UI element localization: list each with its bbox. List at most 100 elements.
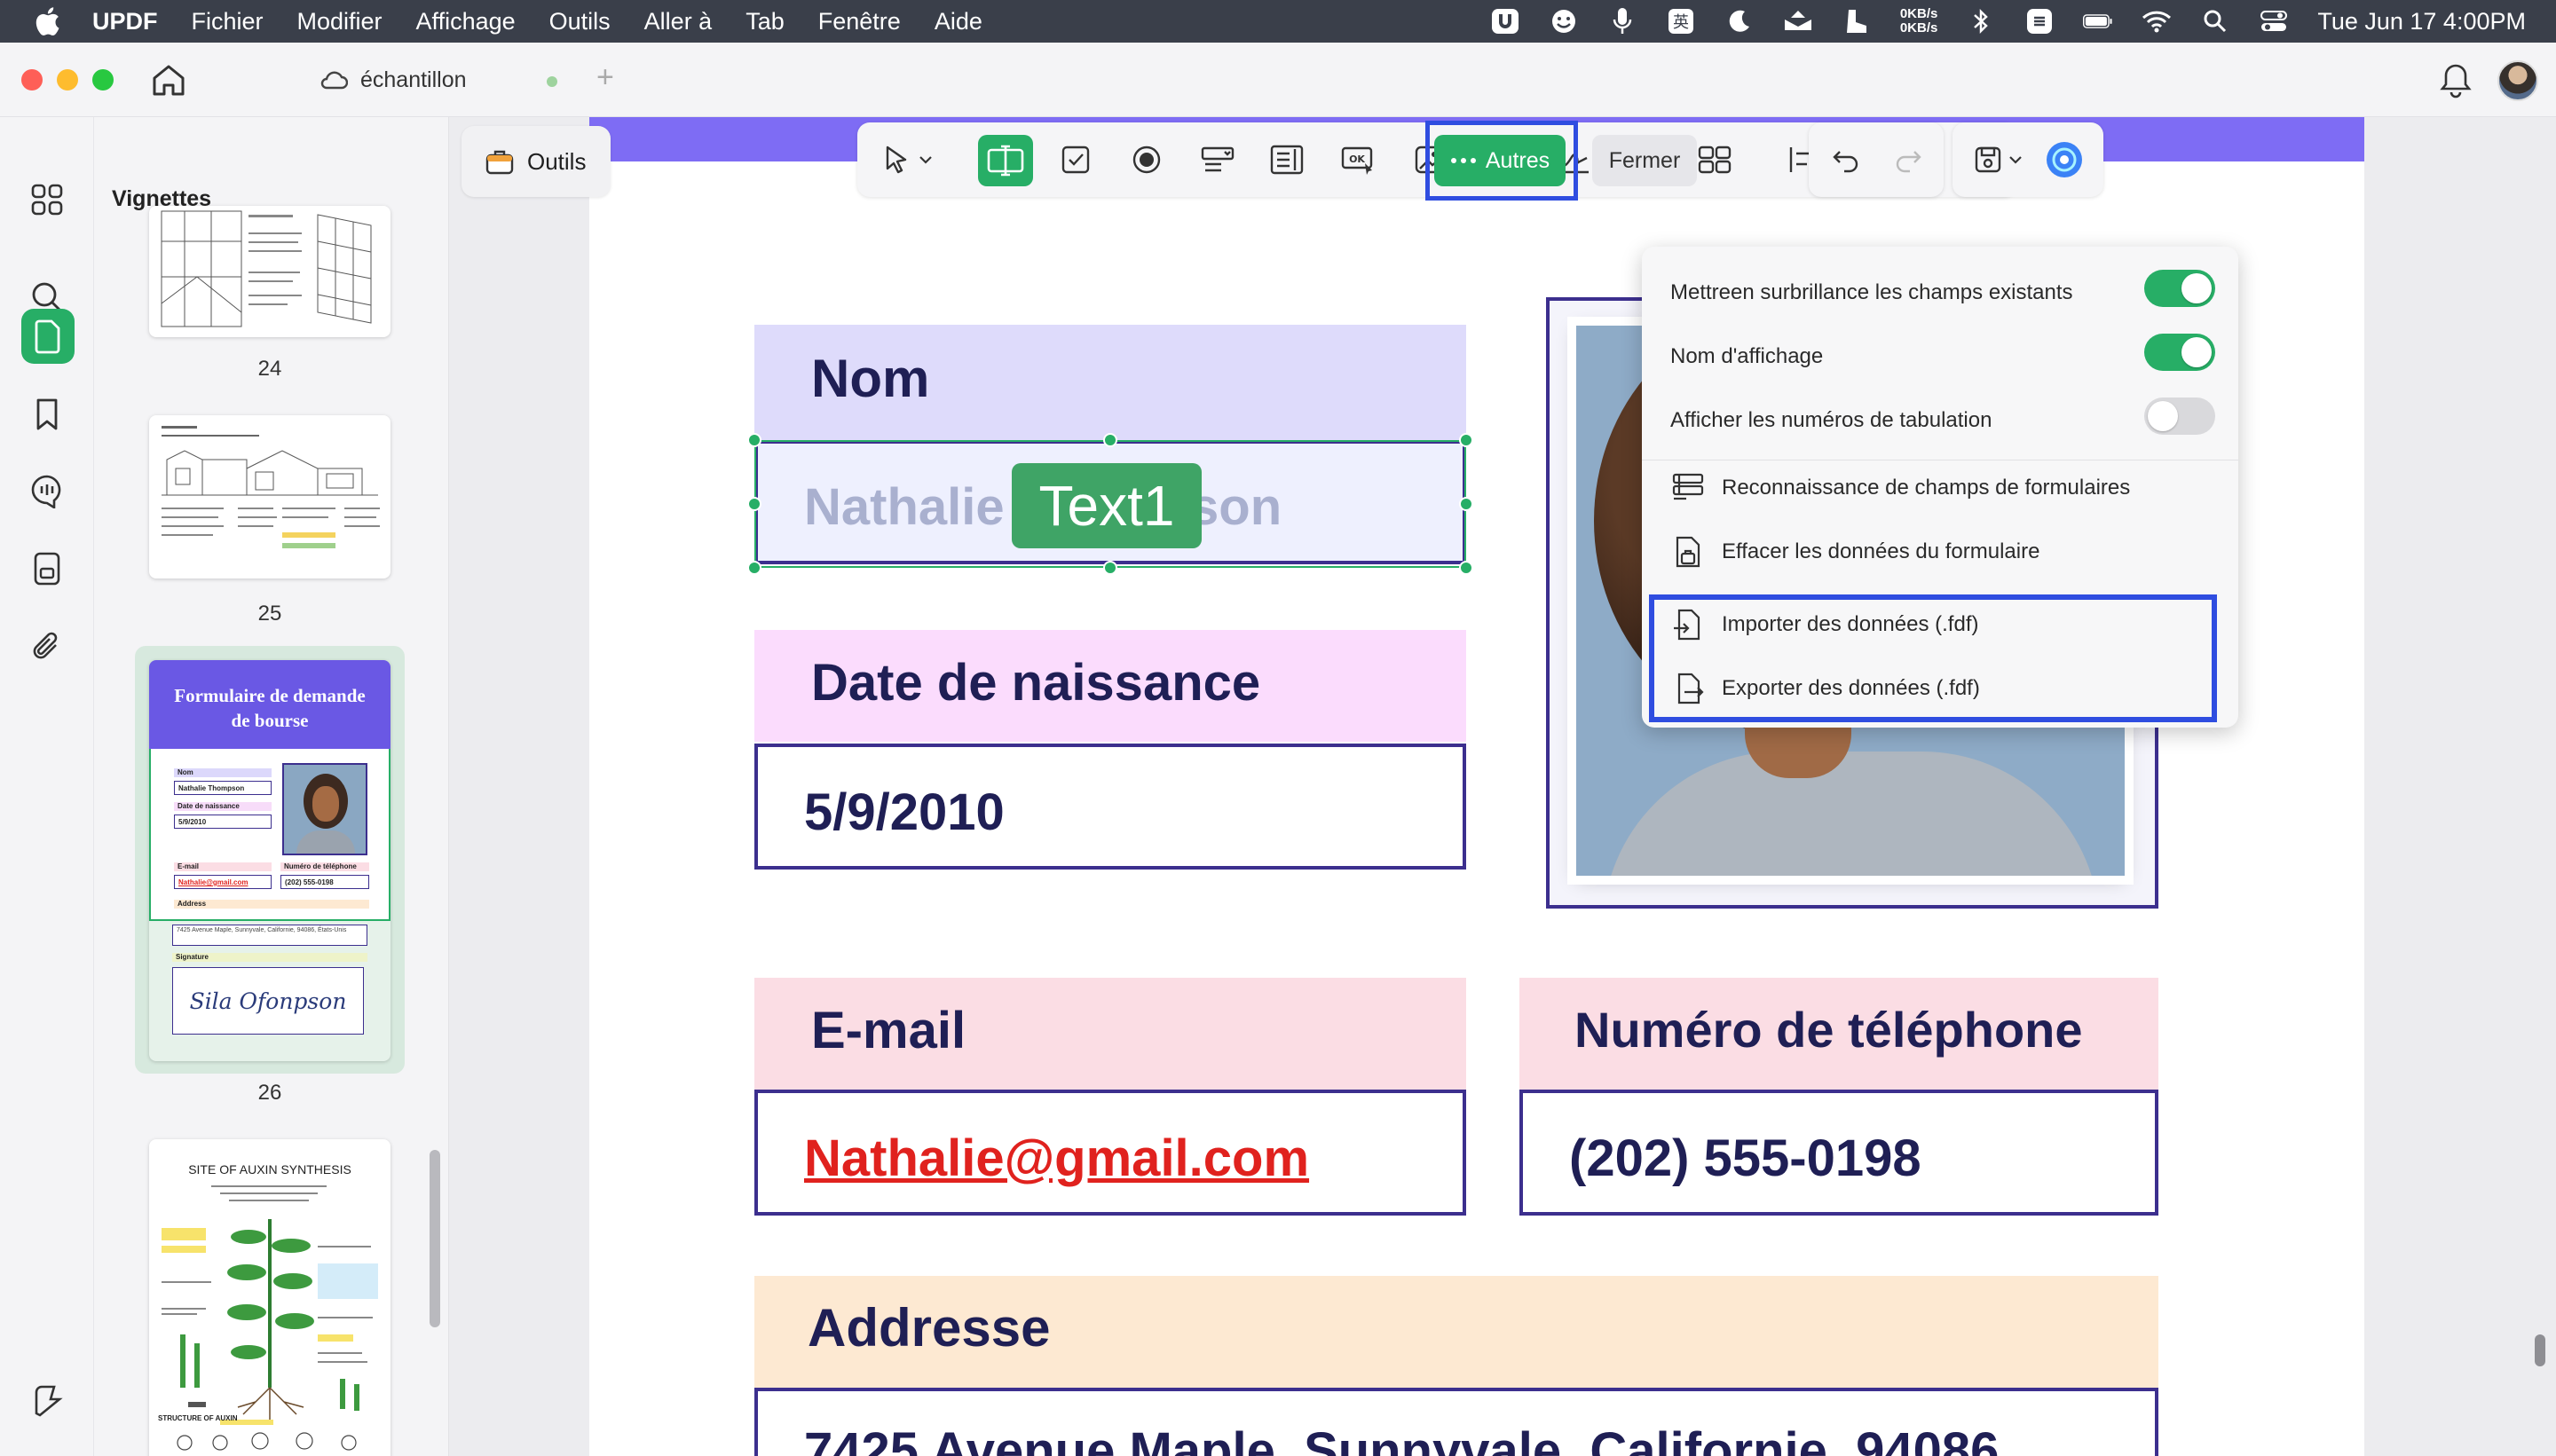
moon-icon[interactable] [1724,8,1755,35]
updf-status-icon[interactable] [1490,8,1520,35]
thumb26-phone-label: Numéro de téléphone [284,862,357,870]
list-box-tool-icon[interactable] [1266,138,1308,181]
autres-highlight-box [1425,121,1578,201]
thumbnail-page-25[interactable] [149,415,390,578]
thumb26-header-title: Formulaire de demande de bourse [174,685,366,731]
undo-redo-group [1809,122,1944,197]
bluetooth-icon[interactable] [1966,8,1996,35]
resize-handle[interactable] [747,561,761,575]
page-thumbnails-icon[interactable] [21,309,75,364]
menu-aller-a[interactable]: Aller à [644,8,713,35]
attachments-panel-icon[interactable] [27,548,67,589]
display-name-toggle[interactable] [2144,334,2215,371]
ai-assistant-icon[interactable] [2043,138,2086,181]
resize-handle[interactable] [1459,561,1473,575]
inbox-tray-icon[interactable] [1783,8,1813,35]
bookmark-icon[interactable] [27,394,67,435]
user-avatar[interactable] [2497,60,2538,101]
save-icon[interactable] [1967,138,2009,181]
emoji-face-icon[interactable] [1549,8,1579,35]
unsaved-indicator [547,76,557,87]
thumb26-date-value: 5/9/2010 [174,815,272,829]
input-method-icon[interactable]: 英 [1666,8,1696,35]
fermer-button[interactable]: Fermer [1592,135,1697,186]
save-chevron-down-icon[interactable] [2004,138,2027,181]
thumb26-email-label: E-mail [178,862,200,870]
thumbnail-25-number: 25 [257,602,282,626]
thumbnails-scrollbar[interactable] [430,1150,440,1327]
resize-handle[interactable] [1103,433,1117,447]
thumbnail-page-24[interactable] [149,206,390,337]
tools-button[interactable]: Outils [462,126,611,197]
thumbnail-25-preview [162,426,380,548]
resize-handle[interactable] [747,497,761,511]
microphone-icon[interactable] [1607,8,1637,35]
undo-icon[interactable] [1825,138,1867,181]
radio-button-tool-icon[interactable] [1125,138,1168,181]
menu-outils[interactable]: Outils [549,8,611,35]
import-export-highlight-box [1649,594,2217,722]
address-label: Addresse [808,1298,1051,1358]
paperclip-icon[interactable] [27,626,67,667]
scripts-icon[interactable] [2024,8,2055,35]
resize-handle[interactable] [1459,497,1473,511]
comments-icon[interactable] [27,470,67,511]
boot-icon[interactable] [1842,8,1872,35]
select-pointer-icon[interactable] [875,138,918,181]
resize-handle[interactable] [1459,433,1473,447]
window-zoom-button[interactable] [92,69,114,91]
checkbox-tool-icon[interactable] [1054,138,1097,181]
window-close-button[interactable] [21,69,43,91]
form-recognition-icon [1672,473,1704,500]
home-icon[interactable] [149,62,188,98]
menu-affichage[interactable]: Affichage [416,8,516,35]
email-value: Nathalie@gmail.com [804,1129,1310,1187]
tools-label: Outils [527,147,587,175]
phone-value: (202) 555-0198 [1569,1129,1921,1187]
window-minimize-button[interactable] [57,69,78,91]
menu-tab[interactable]: Tab [746,8,785,35]
vertical-scrollbar[interactable] [2535,1334,2545,1366]
spotlight-search-icon[interactable] [2200,8,2230,35]
grid-arrange-icon[interactable] [1693,138,1736,181]
thumbnail-page-26[interactable]: Formulaire de demande de bourse Nom Nath… [149,660,390,1061]
thumb26-nom-value: Nathalie Thompson [174,781,272,795]
new-tab-button[interactable]: + [596,60,614,95]
menu-aide[interactable]: Aide [935,8,982,35]
resize-handle[interactable] [747,433,761,447]
document-tab[interactable]: échantillon [320,60,467,99]
text-field-tool-icon[interactable] [978,135,1033,186]
sidebar-settings-icon[interactable] [27,1381,67,1421]
toggle-row-tab-numbers: Afficher les numéros de tabulation [1670,408,1992,433]
clear-form-icon [1676,536,1700,568]
chevron-down-icon[interactable] [914,138,937,181]
control-center-icon[interactable] [2259,8,2289,35]
redo-icon[interactable] [1887,138,1929,181]
menu-modifier[interactable]: Modifier [297,8,383,35]
thumb27-title: SITE OF AUXIN SYNTHESIS [188,1162,351,1177]
thumb26-nom-label: Nom [178,768,193,776]
highlight-fields-toggle[interactable] [2144,270,2215,307]
form-recognition-label: Reconnaissance de champs de formulaires [1722,476,2131,500]
apple-menu-icon[interactable] [34,6,60,36]
email-label: E-mail [811,1002,966,1059]
tab-numbers-toggle[interactable] [2144,397,2215,435]
thumb26-signature-label: Signature [176,953,209,961]
menu-fichier[interactable]: Fichier [192,8,264,35]
resize-handle[interactable] [1103,561,1117,575]
button-tool-icon[interactable]: OK [1337,138,1379,181]
menu-fenetre[interactable]: Fenêtre [818,8,901,35]
thumb26-date-label: Date de naissance [178,802,240,810]
net-down-value: 0KB/s [1899,20,1938,35]
menu-app-name[interactable]: UPDF [92,8,158,35]
toolbox-icon [485,150,514,175]
notification-bell-icon[interactable] [2439,62,2473,99]
menubar-clock[interactable]: Tue Jun 17 4:00PM [2317,8,2526,35]
wifi-icon[interactable] [2142,8,2172,35]
toggle-row-display-name: Nom d'affichage [1670,344,1823,369]
battery-icon[interactable] [2083,8,2113,35]
dropdown-tool-icon[interactable] [1196,138,1239,181]
thumbnails-grid-icon[interactable] [27,179,67,220]
thumb26-address-value: 7425 Avenue Maple, Sunnyvale, Californie… [172,925,367,946]
thumbnail-page-27[interactable]: SITE OF AUXIN SYNTHESIS STRUCTURE OF AUX… [149,1139,390,1456]
